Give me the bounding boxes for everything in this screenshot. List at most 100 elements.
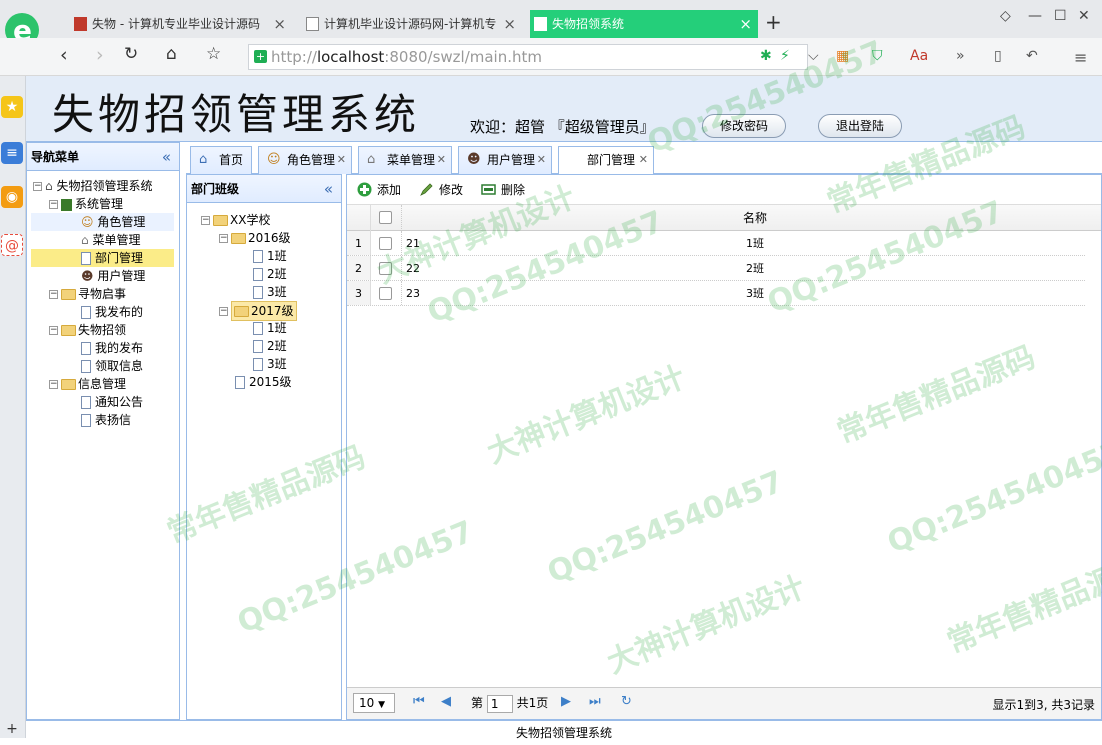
prev-page-icon[interactable]: ◀ [441,694,451,709]
tree-node-school[interactable]: − XX学校 [201,211,270,229]
first-page-icon[interactable]: ⏮ [413,694,425,709]
next-page-icon[interactable]: ▶ [561,694,571,709]
apps-icon[interactable]: ▦ [836,48,849,64]
close-icon[interactable]: × [503,10,516,38]
undo-icon[interactable]: ↶ [1026,48,1038,64]
list-icon[interactable]: ≡ [1,142,23,164]
new-tab-button[interactable]: + [765,10,782,34]
close-icon[interactable]: × [273,10,286,38]
weibo-icon[interactable]: ◉ [1,186,23,208]
menu-icon[interactable]: ≡ [1074,48,1087,67]
row-checkbox[interactable] [379,287,392,300]
forward-icon[interactable]: › [96,44,104,66]
tab-user[interactable]: ☻ 用户管理 ✕ [458,146,552,174]
browser-tab-1[interactable]: 计算机毕业设计源码网-计算机专 × [302,10,522,38]
tree-node-dept[interactable]: 部门管理 [31,249,174,267]
tab-role[interactable]: ☺ 角色管理 ✕ [258,146,352,174]
row-checkbox[interactable] [379,262,392,275]
close-icon[interactable]: × [739,10,752,38]
tree-node-role[interactable]: ☺ 角色管理 [31,213,174,231]
maximize-icon[interactable]: ☐ [1054,8,1067,24]
lightning-icon[interactable]: ⚡ [780,48,790,64]
table-row[interactable]: 1 21 1班 [347,231,1085,256]
tab-dept[interactable]: 部门管理 ✕ [558,146,654,175]
change-password-button[interactable]: 修改密码 [702,114,786,138]
row-checkbox[interactable] [379,237,392,250]
skin-icon[interactable]: ◇ [1000,8,1011,24]
tree-node-info-mgmt[interactable]: − 信息管理 [49,375,126,393]
tree-node-root[interactable]: − ⌂ 失物招领管理系统 [33,177,152,195]
tree-node-found[interactable]: − 失物招领 [49,321,126,339]
tree-node-2016-class1[interactable]: 1班 [253,247,287,265]
collapse-toggle-icon[interactable]: − [219,234,228,243]
reading-icon[interactable]: ▯ [994,48,1002,64]
favorites-icon[interactable]: ★ [1,96,23,118]
close-icon[interactable]: ✕ [537,147,546,173]
close-icon[interactable]: ✕ [639,147,648,173]
collapse-toggle-icon[interactable]: − [49,290,58,299]
home-icon[interactable]: ⌂ [166,44,177,64]
page-size-select[interactable]: 10 ▼ [353,693,395,713]
browser-tab-0[interactable]: 失物 - 计算机专业毕业设计源码 × [70,10,292,38]
tree-node-2017-class1[interactable]: 1班 [253,319,287,337]
add-icon[interactable]: + [1,718,23,740]
more-icon[interactable]: » [956,48,965,64]
tree-node-user[interactable]: ☻ 用户管理 [81,267,145,285]
url-input[interactable]: + http://localhost:8080/swzl/main.htm [248,44,808,70]
tab-menu[interactable]: ⌂ 菜单管理 ✕ [358,146,452,174]
tab-home[interactable]: ⌂ 首页 [190,146,252,174]
table-row[interactable]: 3 23 3班 [347,281,1085,306]
select-all-checkbox[interactable] [379,211,392,224]
table-row[interactable]: 2 22 2班 [347,256,1085,281]
close-icon[interactable]: ✕ [437,147,446,173]
nav-menu-title: 导航菜单 « [27,143,179,171]
close-icon[interactable]: ✕ [337,147,346,173]
row-id: 23 [401,281,423,305]
collapse-toggle-icon[interactable]: − [49,200,58,209]
document-icon [81,306,91,319]
tree-node-my-posts[interactable]: 我发布的 [81,303,143,321]
delete-button[interactable]: 删除 [481,181,525,199]
tree-node-menu[interactable]: ⌂ 菜单管理 [81,231,140,249]
tree-node-2017-class3[interactable]: 3班 [253,355,287,373]
collapse-toggle-icon[interactable]: − [33,182,42,191]
tree-node-2016[interactable]: − 2016级 [219,229,291,247]
tree-node-claim-info[interactable]: 领取信息 [81,357,143,375]
add-button[interactable]: 添加 [357,181,401,199]
tree-node-system[interactable]: − 系统管理 [49,195,123,213]
translate-icon[interactable]: Aa [910,48,928,64]
tree-node-lost-notice[interactable]: − 寻物启事 [49,285,126,303]
collapse-toggle-icon[interactable]: − [49,326,58,335]
browser-tab-2[interactable]: 失物招领系统 × [530,10,758,38]
refresh-icon[interactable]: ↻ [621,694,632,709]
page-total: 共1页 [516,696,549,710]
close-window-icon[interactable]: ✕ [1078,8,1090,24]
back-icon[interactable]: ‹ [60,44,68,66]
reload-icon[interactable]: ↻ [124,44,138,64]
collapse-toggle-icon[interactable]: − [49,380,58,389]
tree-node-2017-class2[interactable]: 2班 [253,337,287,355]
tree-node-2016-class2[interactable]: 2班 [253,265,287,283]
last-page-icon[interactable]: ⏭ [589,694,601,709]
dropdown-icon[interactable]: ⌵ [808,48,819,64]
column-header-name[interactable]: 名称 [425,205,1085,231]
page-number-input[interactable]: 1 [486,694,513,713]
tree-node-praise[interactable]: 表扬信 [81,411,131,429]
mail-icon[interactable]: @ [1,234,23,256]
accelerator-icon[interactable]: ✱ [760,48,772,64]
collapse-icon[interactable]: « [324,175,333,203]
security-icon[interactable]: ⛉ [872,48,883,64]
collapse-toggle-icon[interactable]: − [219,307,228,316]
tree-node-2017[interactable]: − 2017级 [219,301,297,321]
minimize-icon[interactable]: — [1028,8,1042,24]
tree-node-notice[interactable]: 通知公告 [81,393,143,411]
star-icon[interactable]: ☆ [206,44,221,64]
tree-node-2015[interactable]: 2015级 [235,373,292,391]
edit-button[interactable]: 修改 [419,181,463,199]
tree-node-label: 2016级 [248,231,291,245]
tree-node-2016-class3[interactable]: 3班 [253,283,287,301]
logout-button[interactable]: 退出登陆 [818,114,902,138]
collapse-toggle-icon[interactable]: − [201,216,210,225]
collapse-icon[interactable]: « [162,143,171,171]
tree-node-my-release[interactable]: 我的发布 [81,339,143,357]
